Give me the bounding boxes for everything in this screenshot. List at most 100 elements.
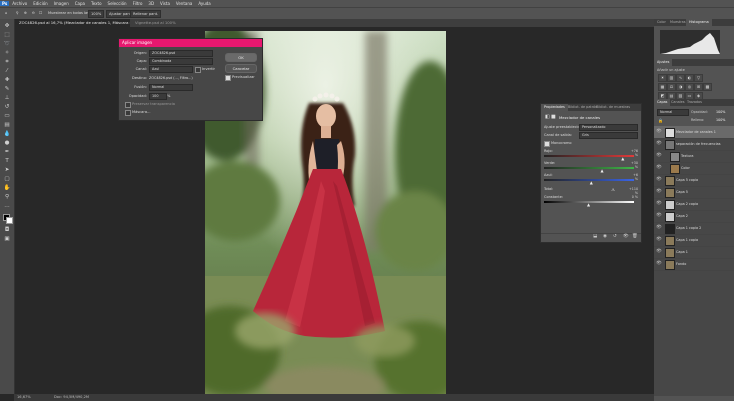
move-tool-icon[interactable]: ✥: [3, 23, 11, 30]
crop-tool-icon[interactable]: ⌗: [3, 59, 11, 66]
green-slider[interactable]: [544, 167, 634, 169]
screen-mode-icon[interactable]: ▣: [3, 236, 11, 243]
mask-checkbox[interactable]: [125, 110, 131, 116]
color-lookup-adj-icon[interactable]: ▩: [703, 83, 712, 91]
tab-histogram[interactable]: Histograma: [686, 19, 712, 26]
green-slider-handle[interactable]: ▲: [601, 168, 604, 173]
curves-adj-icon[interactable]: ∿: [676, 74, 685, 82]
preset-select[interactable]: Personalizado: [579, 124, 638, 131]
visibility-eye-icon[interactable]: 👁: [656, 189, 662, 195]
visibility-eye-icon[interactable]: 👁: [656, 261, 662, 267]
exposure-adj-icon[interactable]: ◐: [685, 74, 694, 82]
blend-mode-select[interactable]: Normal: [657, 109, 689, 116]
visibility-eye-icon[interactable]: 👁: [656, 141, 662, 147]
brightness-adj-icon[interactable]: ☀: [658, 74, 667, 82]
menu-item-ventana[interactable]: Ventana: [173, 1, 195, 6]
view-previous-icon[interactable]: ◉: [603, 234, 607, 239]
path-selection-tool-icon[interactable]: ➤: [3, 167, 11, 174]
invert-checkbox[interactable]: [195, 67, 201, 73]
app-logo[interactable]: Ps: [0, 1, 10, 6]
more-tools-icon[interactable]: …: [3, 203, 11, 210]
visibility-eye-icon[interactable]: 👁: [656, 177, 662, 183]
preview-checkbox[interactable]: [225, 75, 231, 81]
menu-item-archivo[interactable]: Archivo: [9, 1, 30, 6]
vibrance-adj-icon[interactable]: ▽: [694, 74, 703, 82]
channel-select[interactable]: Azul: [149, 66, 193, 73]
red-slider-handle[interactable]: ▲: [621, 156, 624, 161]
type-tool-icon[interactable]: T: [3, 158, 11, 165]
menu-item-vista[interactable]: Vista: [157, 1, 173, 6]
history-brush-tool-icon[interactable]: ↺: [3, 104, 11, 111]
quick-mask-icon[interactable]: ◘: [3, 227, 11, 234]
cancel-button[interactable]: Cancelar: [225, 64, 257, 73]
layer-select[interactable]: Combinada: [149, 58, 213, 65]
blur-tool-icon[interactable]: 💧: [3, 131, 11, 138]
lasso-tool-icon[interactable]: ➰: [3, 41, 11, 48]
dodge-tool-icon[interactable]: ●: [3, 140, 11, 147]
tab-document-vignette[interactable]: Vignette.psd al 100%: [130, 19, 235, 27]
visibility-eye-icon[interactable]: 👁: [656, 213, 662, 219]
opacity-input[interactable]: 100: [149, 93, 167, 100]
background-color-swatch[interactable]: [6, 217, 13, 224]
menu-item-imagen[interactable]: Imagen: [51, 1, 72, 6]
menu-item-3d[interactable]: 3D: [145, 1, 157, 6]
channel-mixer-adj-icon[interactable]: ⊞: [694, 83, 703, 91]
zoom-level[interactable]: 16,67%: [17, 394, 31, 401]
visibility-eye-icon[interactable]: 👁: [656, 201, 662, 207]
visibility-eye-icon[interactable]: 👁: [656, 165, 662, 171]
clip-to-layer-icon[interactable]: ⬓: [593, 234, 597, 239]
menu-item-texto[interactable]: Texto: [88, 1, 105, 6]
blue-slider-handle[interactable]: ▲: [590, 180, 593, 185]
layer-opacity-value[interactable]: 100%: [716, 110, 725, 114]
mask-icon[interactable]: ■: [551, 114, 556, 120]
preserve-transparency-checkbox[interactable]: [125, 102, 131, 108]
pen-tool-icon[interactable]: ✒: [3, 149, 11, 156]
origin-select[interactable]: ZOC4826.psd: [149, 50, 213, 57]
blending-select[interactable]: Normal: [149, 84, 193, 91]
visibility-eye-icon[interactable]: 👁: [656, 237, 662, 243]
visibility-eye-icon[interactable]: 👁: [656, 225, 662, 231]
constant-slider-handle[interactable]: ▲: [587, 202, 590, 207]
levels-adj-icon[interactable]: ▥: [667, 74, 676, 82]
eraser-tool-icon[interactable]: ▭: [3, 113, 11, 120]
visibility-eye-icon[interactable]: 👁: [656, 129, 662, 135]
menu-item-filtro[interactable]: Filtro: [130, 1, 146, 6]
black-white-adj-icon[interactable]: ◑: [676, 83, 685, 91]
hand-tool-icon[interactable]: ✋: [3, 185, 11, 192]
magic-wand-tool-icon[interactable]: ✧: [3, 50, 11, 57]
visibility-icon[interactable]: 👁: [623, 234, 629, 239]
ok-button[interactable]: OK: [225, 53, 257, 62]
brush-tool-icon[interactable]: ✎: [3, 86, 11, 93]
menu-item-capa[interactable]: Capa: [72, 1, 88, 6]
visibility-eye-icon[interactable]: 👁: [656, 153, 662, 159]
eyedropper-tool-icon[interactable]: ⁄: [3, 68, 11, 75]
layer-fill-value[interactable]: 100%: [716, 118, 725, 122]
marquee-tool-icon[interactable]: ⬚: [3, 32, 11, 39]
photo-filter-adj-icon[interactable]: ◎: [685, 83, 694, 91]
tab-swatch-library[interactable]: Bibliot. de muestras: [593, 104, 633, 111]
home-icon[interactable]: ⌂: [3, 10, 13, 16]
output-channel-select[interactable]: Gris: [579, 132, 638, 139]
gradient-tool-icon[interactable]: ▤: [3, 122, 11, 129]
menu-item-edicion[interactable]: Edición: [30, 1, 50, 6]
shape-tool-icon[interactable]: ▢: [3, 176, 11, 183]
visibility-eye-icon[interactable]: 👁: [656, 249, 662, 255]
menu-item-ayuda[interactable]: Ayuda: [195, 1, 213, 6]
fill-screen-button[interactable]: Rellenar pant.: [130, 10, 162, 18]
tab-document-active[interactable]: ZOC4826.psd al 16,7% (Mezclador de canal…: [14, 19, 153, 27]
delete-icon[interactable]: 🗑: [632, 234, 638, 239]
constant-value[interactable]: 0 %: [629, 195, 638, 199]
zoom-icon[interactable]: ⚲: [3, 194, 11, 201]
lock-icon[interactable]: 🔒: [658, 118, 663, 123]
healing-brush-tool-icon[interactable]: ✚: [3, 77, 11, 84]
adjustments-title[interactable]: Ajustes: [654, 59, 673, 66]
resize-windows-checkbox[interactable]: ☐: [37, 10, 45, 16]
clone-stamp-tool-icon[interactable]: ⊥: [3, 95, 11, 102]
hue-saturation-adj-icon[interactable]: ▦: [658, 83, 667, 91]
menu-item-seleccion[interactable]: Selección: [105, 1, 130, 6]
monochrome-checkbox[interactable]: [544, 141, 550, 147]
tab-properties[interactable]: Propiedades: [541, 104, 568, 111]
zoom-100-button[interactable]: 100%: [88, 10, 105, 18]
tab-paths[interactable]: Trazados: [684, 99, 705, 106]
layer-row[interactable]: 👁 Fondo: [654, 258, 734, 271]
